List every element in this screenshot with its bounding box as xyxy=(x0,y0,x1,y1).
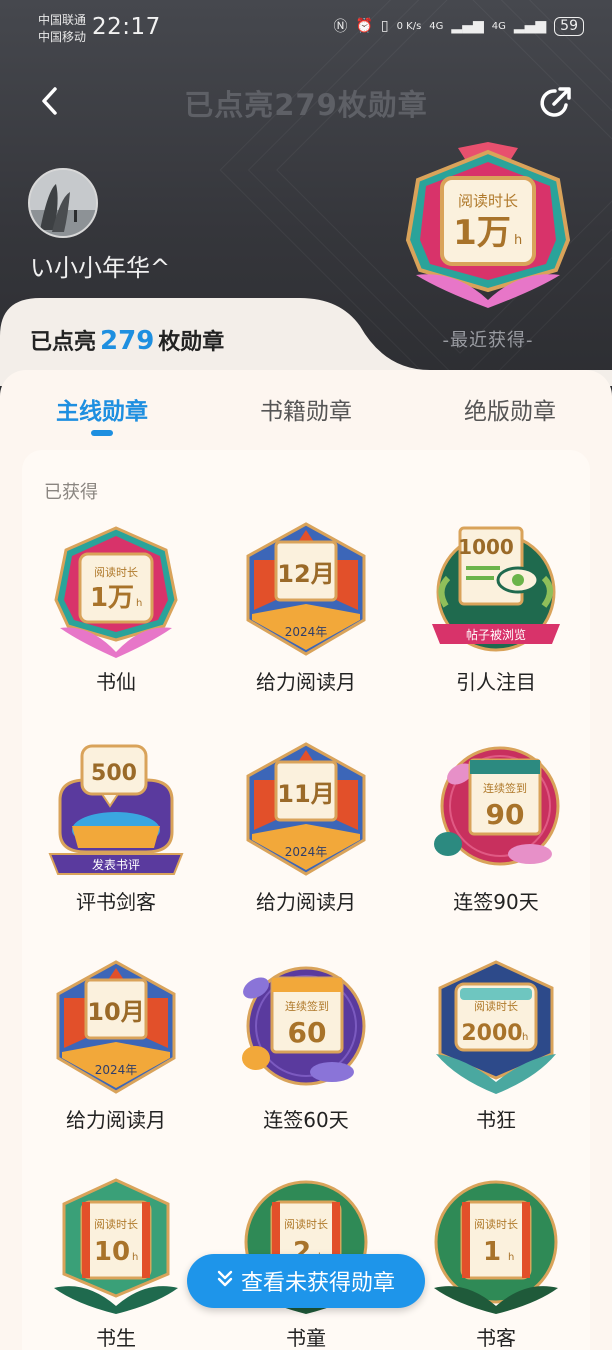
badge-label: 书童 xyxy=(286,1326,326,1350)
badge-label: 评书剑客 xyxy=(76,890,156,914)
badge-item[interactable]: 连续签到 90 连签90天 xyxy=(416,740,576,915)
badge-text-main: 1000 xyxy=(458,535,514,559)
badge-label: 给力阅读月 xyxy=(256,890,356,914)
badge-label: 书狂 xyxy=(476,1108,516,1132)
badge-text-bottom: 2024年 xyxy=(285,625,328,639)
badge-text-main: 60 xyxy=(288,1016,327,1049)
net-speed: 0 K/s xyxy=(396,20,422,32)
badge-signin-icon: 连续签到 90 xyxy=(426,740,566,880)
badge-text-main: 10 xyxy=(94,1237,130,1267)
badge-unit: h xyxy=(132,1252,138,1263)
share-icon[interactable] xyxy=(536,84,574,122)
alarm-icon: ⏰ xyxy=(355,18,373,34)
badge-text-bottom: 2024年 xyxy=(285,845,328,859)
badge-label: 书仙 xyxy=(96,670,136,694)
tab-mainline[interactable]: 主线勋章 xyxy=(22,392,182,426)
username: い小小年华^ xyxy=(30,254,171,282)
badge-text-top: 阅读时长 xyxy=(94,565,138,579)
badge-text-top: 阅读时长 xyxy=(474,1217,518,1231)
badge-unit: h xyxy=(522,1032,528,1043)
badge-label: 连签60天 xyxy=(263,1108,349,1132)
badge-text-bottom: 帖子被浏览 xyxy=(466,627,526,642)
nfc-icon: Ⓝ xyxy=(333,19,348,35)
badge-text-top: 阅读时长 xyxy=(474,999,518,1013)
carrier-info: 中国联通 中国移动 xyxy=(38,12,86,46)
view-unearned-label: 查看未获得勋章 xyxy=(240,1271,395,1296)
section-title: 已获得 xyxy=(44,482,98,503)
featured-badge-unit: h xyxy=(514,233,522,248)
status-time: 22:17 xyxy=(92,14,161,40)
badge-label: 连签90天 xyxy=(453,890,539,914)
badge-text-bottom: 发表书评 xyxy=(92,857,140,872)
badge-text-main: 1万 xyxy=(90,583,134,613)
badge-review-icon: 500 发表书评 xyxy=(46,740,186,880)
badge-month-icon: 12月 2024年 xyxy=(236,520,376,660)
avatar[interactable] xyxy=(28,168,98,238)
badge-text-main: 90 xyxy=(486,798,525,831)
badge-month-icon: 11月 2024年 xyxy=(236,740,376,880)
lit-count: 279 xyxy=(100,326,155,356)
network-1: 4G xyxy=(429,20,444,32)
vibrate-icon: ▯ xyxy=(380,18,389,34)
carrier-1: 中国联通 xyxy=(38,13,87,27)
tab-active-indicator xyxy=(91,430,113,436)
lit-suffix: 枚勋章 xyxy=(158,330,225,355)
signal-icon: ▂▄▆ xyxy=(513,18,547,34)
lit-prefix: 已点亮 xyxy=(30,330,97,355)
badge-reading-icon: 阅读时长 1万 h xyxy=(46,520,186,660)
double-chevron-down-icon xyxy=(217,1270,233,1292)
badge-text-main: 500 xyxy=(91,761,137,786)
badge-signin-icon: 连续签到 60 xyxy=(236,958,376,1098)
badge-item[interactable]: 阅读时长 1 h 书客 xyxy=(416,1176,576,1350)
status-bar: 中国联通 中国移动 22:17 Ⓝ ⏰ ▯ 0 K/s 4G ▂▄▆ 4G ▂▄… xyxy=(0,0,612,60)
badge-item[interactable]: 10月 2024年 给力阅读月 xyxy=(36,958,196,1133)
badge-text-main: 12月 xyxy=(277,560,334,588)
badge-viewed-icon: 1000 帖子被浏览 xyxy=(426,520,566,660)
featured-badge[interactable]: 阅读时长 1万 h xyxy=(396,140,580,310)
badge-item[interactable]: 阅读时长 1万 h 书仙 xyxy=(36,520,196,695)
badge-text-main: 1 xyxy=(483,1237,501,1267)
badge-item[interactable]: 1000 帖子被浏览 引人注目 xyxy=(416,520,576,695)
view-unearned-button[interactable]: 查看未获得勋章 xyxy=(187,1254,425,1308)
carrier-2: 中国移动 xyxy=(38,30,87,44)
badge-item[interactable]: 11月 2024年 给力阅读月 xyxy=(226,740,386,915)
battery-indicator: 59 xyxy=(554,16,584,36)
badge-text-main: 11月 xyxy=(277,780,334,808)
badge-unit: h xyxy=(508,1252,514,1263)
badge-text-main: 2000 xyxy=(461,1021,522,1046)
lit-count-summary: 已点亮 279 枚勋章 xyxy=(30,324,224,356)
recent-caption: -最近获得- xyxy=(442,330,534,351)
badge-text-top: 阅读时长 xyxy=(284,1217,328,1231)
tab-limited[interactable]: 绝版勋章 xyxy=(430,392,590,426)
badge-text-top: 连续签到 xyxy=(285,999,329,1013)
featured-badge-line2: 1万 xyxy=(453,213,511,253)
badge-item[interactable]: 连续签到 60 连签60天 xyxy=(226,958,386,1133)
badge-item[interactable]: 阅读时长 10 h 书生 xyxy=(36,1176,196,1350)
badge-unit: h xyxy=(136,598,142,609)
network-2: 4G xyxy=(491,20,506,32)
badge-text-top: 连续签到 xyxy=(483,781,527,795)
tab-books[interactable]: 书籍勋章 xyxy=(226,392,386,426)
badge-item[interactable]: 12月 2024年 给力阅读月 xyxy=(226,520,386,695)
badge-label: 引人注目 xyxy=(456,670,536,694)
badge-text-bottom: 2024年 xyxy=(95,1063,138,1077)
badge-label: 书客 xyxy=(476,1326,516,1350)
badge-label: 给力阅读月 xyxy=(256,670,356,694)
badge-label: 给力阅读月 xyxy=(66,1108,166,1132)
status-icons: Ⓝ ⏰ ▯ 0 K/s 4G ▂▄▆ 4G ▂▄▆ 59 xyxy=(333,16,584,36)
badge-month-icon: 10月 2024年 xyxy=(46,958,186,1098)
badge-reading-icon: 阅读时长 2000 h xyxy=(426,958,566,1098)
badge-reading-icon: 阅读时长 10 h xyxy=(46,1176,186,1316)
page-title: 已点亮279枚勋章 xyxy=(184,88,428,122)
badge-item[interactable]: 阅读时长 2000 h 书狂 xyxy=(416,958,576,1133)
featured-badge-line1: 阅读时长 xyxy=(458,192,518,210)
badge-reading-icon: 阅读时长 1 h xyxy=(426,1176,566,1316)
signal-icon: ▂▄▆ xyxy=(451,18,484,34)
badge-item[interactable]: 500 发表书评 评书剑客 xyxy=(36,740,196,915)
badge-text-top: 阅读时长 xyxy=(94,1217,138,1231)
badge-text-main: 10月 xyxy=(87,998,144,1026)
badge-label: 书生 xyxy=(96,1326,136,1350)
